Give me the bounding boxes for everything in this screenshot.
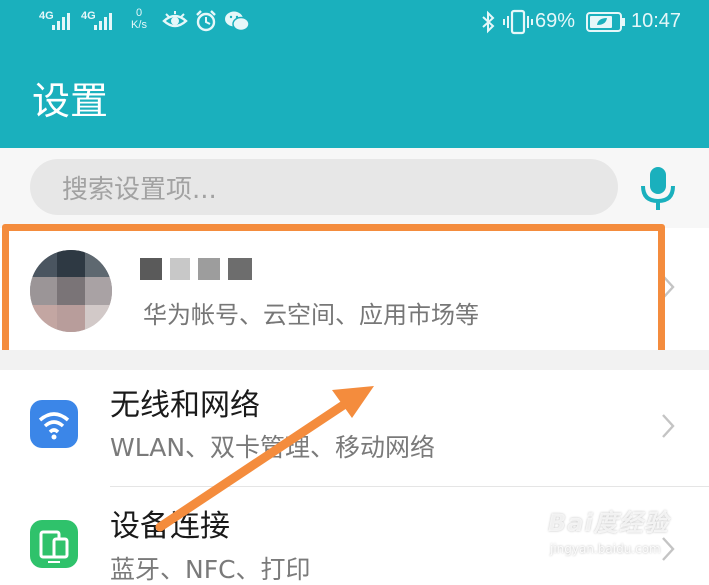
settings-item-subtitle: WLAN、双卡管理、移动网络 xyxy=(110,433,436,462)
status-bar: 4G 4G 0 K/s 69% 10:47 xyxy=(0,0,709,46)
settings-item-title: 无线和网络 xyxy=(110,388,260,423)
clock: 10:47 xyxy=(631,10,682,32)
network-speed: 0 K/s xyxy=(126,7,152,31)
search-area: 搜索设置项... xyxy=(0,148,709,228)
signal-icon xyxy=(52,13,70,30)
watermark-logo: Bai度经验 xyxy=(548,509,669,537)
watermark: Bai度经验 jingyan.baidu.com xyxy=(548,508,698,578)
speed-value: 0 xyxy=(135,7,143,19)
annotation-highlight-box xyxy=(2,224,665,364)
signal-icon xyxy=(94,13,112,30)
microphone-icon[interactable] xyxy=(636,165,680,211)
wifi-icon xyxy=(30,400,78,448)
app-header: 设置 xyxy=(0,46,709,148)
search-placeholder: 搜索设置项... xyxy=(62,174,217,205)
settings-item-wireless-network[interactable]: 无线和网络 WLAN、双卡管理、移动网络 xyxy=(0,370,709,487)
settings-item-title: 设备连接 xyxy=(110,509,230,544)
device-connection-icon xyxy=(30,520,78,568)
eye-icon xyxy=(162,11,188,28)
section-gap xyxy=(0,350,709,370)
wechat-icon xyxy=(225,11,250,32)
battery-icon xyxy=(586,12,625,32)
alarm-icon xyxy=(196,10,216,32)
watermark-url: jingyan.baidu.com xyxy=(550,542,661,556)
speed-unit: K/s xyxy=(131,19,147,31)
vibrate-icon xyxy=(503,9,533,35)
search-input[interactable]: 搜索设置项... xyxy=(30,159,618,215)
bluetooth-icon xyxy=(482,10,495,34)
battery-percentage: 69% xyxy=(535,10,576,32)
chevron-right-icon xyxy=(662,414,675,438)
page-title: 设置 xyxy=(32,79,109,123)
settings-item-subtitle: 蓝牙、NFC、打印 xyxy=(110,555,311,584)
